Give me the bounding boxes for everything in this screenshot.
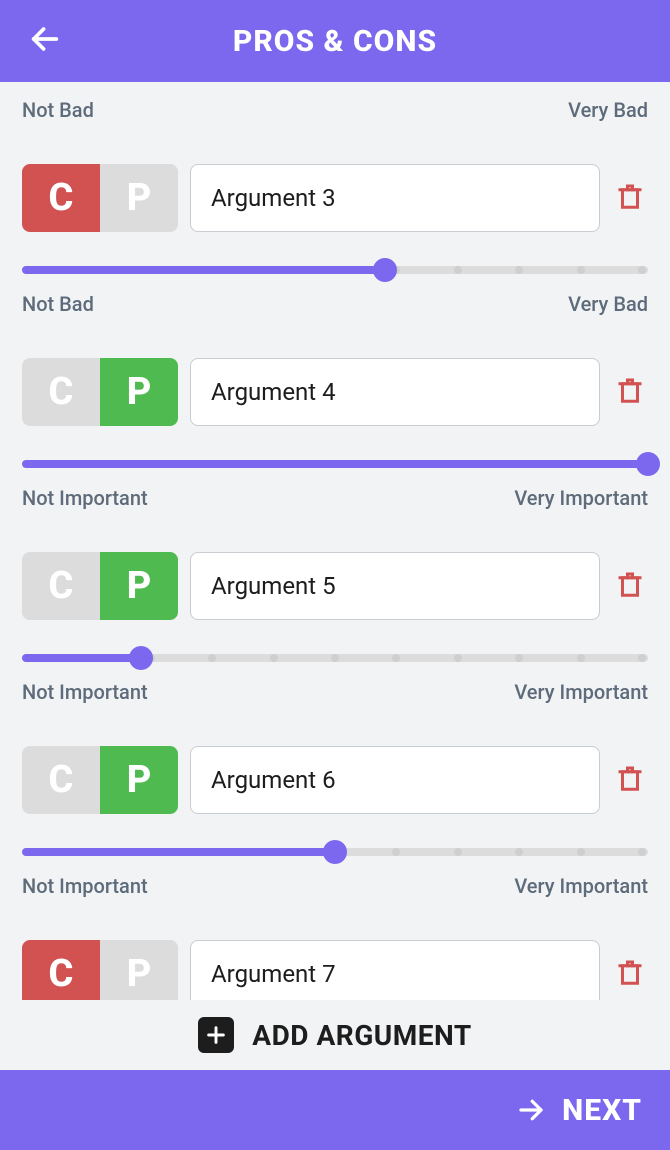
pro-toggle[interactable]: P	[100, 746, 178, 814]
next-button[interactable]: NEXT	[516, 1093, 642, 1128]
slider-max-label: Very Important	[514, 874, 648, 898]
slider-max-label: Very Bad	[568, 292, 648, 316]
argument-row: CPArgument 7	[22, 940, 648, 1000]
argument-input[interactable]: Argument 3	[190, 164, 600, 232]
pro-con-toggle[interactable]: CP	[22, 746, 178, 814]
trash-icon	[615, 955, 645, 993]
argument-input[interactable]: Argument 7	[190, 940, 600, 1000]
argument-row: CPArgument 5	[22, 552, 648, 620]
app-header: PROS & CONS	[0, 0, 670, 82]
slider-thumb[interactable]	[323, 840, 347, 864]
pro-toggle[interactable]: P	[100, 358, 178, 426]
argument-row: CPArgument 4	[22, 358, 648, 426]
add-argument-label: ADD ARGUMENT	[252, 1019, 471, 1052]
trash-icon	[615, 179, 645, 217]
pro-toggle[interactable]: P	[100, 552, 178, 620]
pro-con-toggle[interactable]: CP	[22, 552, 178, 620]
delete-button[interactable]	[612, 358, 648, 426]
importance-slider[interactable]	[22, 454, 648, 474]
importance-slider[interactable]	[22, 842, 648, 862]
pro-con-toggle[interactable]: CP	[22, 164, 178, 232]
argument-row: CPArgument 6	[22, 746, 648, 814]
arguments-list[interactable]: Not BadVery BadCPArgument 3Not BadVery B…	[0, 82, 670, 1000]
slider-thumb[interactable]	[373, 258, 397, 282]
next-label: NEXT	[562, 1093, 642, 1128]
con-toggle[interactable]: C	[22, 552, 100, 620]
arrow-left-icon	[28, 22, 62, 56]
footer-bar: NEXT	[0, 1070, 670, 1150]
slider-max-label: Very Important	[514, 486, 648, 510]
trash-icon	[615, 567, 645, 605]
con-toggle[interactable]: C	[22, 164, 100, 232]
content-area: Not BadVery BadCPArgument 3Not BadVery B…	[0, 82, 670, 1000]
slider-thumb[interactable]	[636, 452, 660, 476]
slider-min-label: Not Important	[22, 486, 148, 510]
pro-toggle[interactable]: P	[100, 164, 178, 232]
slider-min-label: Not Important	[22, 874, 148, 898]
importance-slider[interactable]	[22, 260, 648, 280]
slider-min-label: Not Important	[22, 680, 148, 704]
argument-row: CPArgument 3	[22, 164, 648, 232]
slider-max-label: Very Important	[514, 680, 648, 704]
argument-input[interactable]: Argument 5	[190, 552, 600, 620]
pro-con-toggle[interactable]: CP	[22, 940, 178, 1000]
pro-toggle[interactable]: P	[100, 940, 178, 1000]
pro-con-toggle[interactable]: CP	[22, 358, 178, 426]
plus-icon	[198, 1017, 234, 1053]
add-argument-button[interactable]: ADD ARGUMENT	[0, 1000, 670, 1070]
trash-icon	[615, 761, 645, 799]
delete-button[interactable]	[612, 746, 648, 814]
slider-thumb[interactable]	[129, 646, 153, 670]
con-toggle[interactable]: C	[22, 940, 100, 1000]
con-toggle[interactable]: C	[22, 746, 100, 814]
slider-min-label: Not Bad	[22, 292, 94, 316]
arrow-right-icon	[516, 1095, 546, 1125]
slider-min-label: Not Bad	[22, 98, 94, 122]
argument-input[interactable]: Argument 6	[190, 746, 600, 814]
page-title: PROS & CONS	[233, 24, 437, 59]
delete-button[interactable]	[612, 164, 648, 232]
con-toggle[interactable]: C	[22, 358, 100, 426]
back-button[interactable]	[28, 22, 62, 60]
delete-button[interactable]	[612, 552, 648, 620]
slider-max-label: Very Bad	[568, 98, 648, 122]
app-screen: PROS & CONS Not BadVery BadCPArgument 3N…	[0, 0, 670, 1150]
argument-input[interactable]: Argument 4	[190, 358, 600, 426]
delete-button[interactable]	[612, 940, 648, 1000]
trash-icon	[615, 373, 645, 411]
importance-slider[interactable]	[22, 648, 648, 668]
